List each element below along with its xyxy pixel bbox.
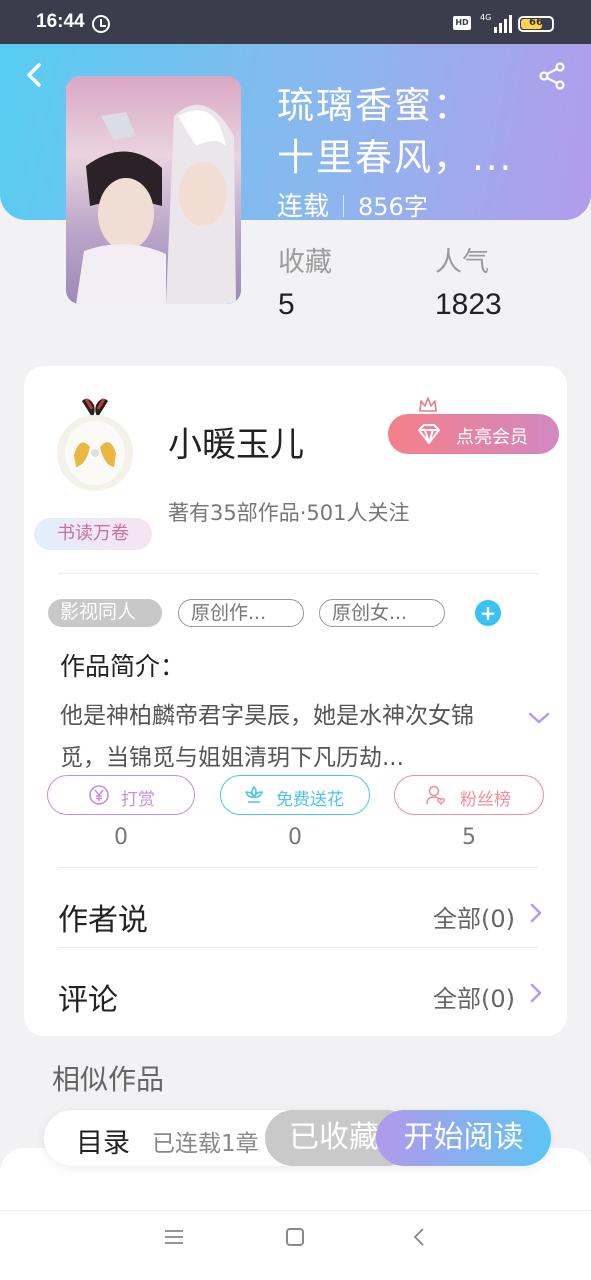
send-flower-button[interactable]: 免费送花 xyxy=(220,775,370,815)
start-reading-button[interactable]: 开始阅读 xyxy=(376,1110,551,1166)
add-tag-button[interactable]: + xyxy=(475,600,501,626)
favorites-label: 收藏 xyxy=(278,247,332,278)
hd-icon: HD xyxy=(453,16,471,30)
tag-item[interactable]: 原创作... xyxy=(178,599,304,627)
tag-item[interactable]: 影视同人 xyxy=(48,599,162,627)
book-cover[interactable] xyxy=(66,76,241,304)
crown-icon xyxy=(419,397,437,412)
book-meta: 连载 856字 xyxy=(277,186,428,223)
book-title: 琉璃香蜜： 十里春风，... xyxy=(277,80,577,184)
divider xyxy=(58,947,538,948)
toc-button[interactable]: 目录 xyxy=(76,1121,130,1160)
popularity-count: 1823 xyxy=(435,288,502,321)
tip-label: 打赏 xyxy=(121,790,155,810)
intro-title: 作品简介： xyxy=(60,652,186,681)
status-bar: 16:44 HD 4G 66 xyxy=(0,0,591,44)
diamond-icon xyxy=(418,424,440,444)
menu-icon[interactable] xyxy=(164,1229,184,1245)
alarm-icon xyxy=(92,15,110,33)
vip-button-label: 点亮会员 xyxy=(456,427,528,448)
home-icon[interactable] xyxy=(286,1228,304,1246)
author-meta: 著有35部作品·501人关注 xyxy=(168,501,410,525)
favorites-count: 5 xyxy=(278,288,295,321)
vip-button[interactable]: 点亮会员 xyxy=(388,397,559,454)
battery-icon: 66 xyxy=(518,16,554,32)
meta-separator xyxy=(343,195,345,217)
flower-count: 0 xyxy=(288,825,302,850)
comments-label[interactable]: 评论 xyxy=(58,975,118,1019)
author-avatar[interactable] xyxy=(52,395,138,495)
book-title-line1: 琉璃香蜜： xyxy=(277,84,472,127)
book-status: 连载 xyxy=(277,192,330,222)
flower-icon xyxy=(245,786,263,803)
reader-level-badge: 书读万卷 xyxy=(34,518,152,550)
fan-ranking-button[interactable]: 粉丝榜 xyxy=(394,775,544,815)
cover-illustration xyxy=(66,76,241,304)
divider xyxy=(58,867,538,868)
author-name[interactable]: 小暖玉儿 xyxy=(168,417,304,466)
back-arrow-icon[interactable] xyxy=(22,62,48,88)
chevron-right-icon[interactable] xyxy=(528,902,544,924)
signal-icon: 4G xyxy=(478,13,512,33)
user-heart-icon xyxy=(426,785,446,805)
tip-count: 0 xyxy=(114,825,128,850)
tag-item[interactable]: 原创女... xyxy=(319,599,445,627)
clock: 16:44 xyxy=(36,11,85,32)
network-type: 4G xyxy=(480,13,492,22)
battery-percent: 66 xyxy=(529,17,543,28)
popularity-label: 人气 xyxy=(435,247,489,278)
divider xyxy=(58,573,538,574)
back-icon[interactable] xyxy=(412,1227,426,1247)
similar-works-title: 相似作品 xyxy=(52,1063,165,1096)
comments-value[interactable]: 全部(0) xyxy=(433,979,515,1014)
tip-button[interactable]: 打赏 xyxy=(47,775,195,815)
book-title-line2: 十里春风，... xyxy=(277,136,514,179)
author-notes-label[interactable]: 作者说 xyxy=(58,895,148,939)
send-flower-label: 免费送花 xyxy=(276,790,344,810)
author-notes-value[interactable]: 全部(0) xyxy=(433,899,515,934)
fan-ranking-label: 粉丝榜 xyxy=(460,790,511,810)
toc-progress[interactable]: 已连载1章 xyxy=(152,1124,259,1158)
word-count: 856字 xyxy=(358,193,428,221)
yen-coin-icon xyxy=(89,785,109,805)
fan-count: 5 xyxy=(462,825,476,850)
intro-text[interactable]: 他是神柏麟帝君字昊辰，她是水神次女锦觅，当锦觅与姐姐清玥下凡历劫... xyxy=(60,695,510,779)
chevron-right-icon[interactable] xyxy=(528,982,544,1004)
chevron-down-icon[interactable] xyxy=(528,711,550,725)
